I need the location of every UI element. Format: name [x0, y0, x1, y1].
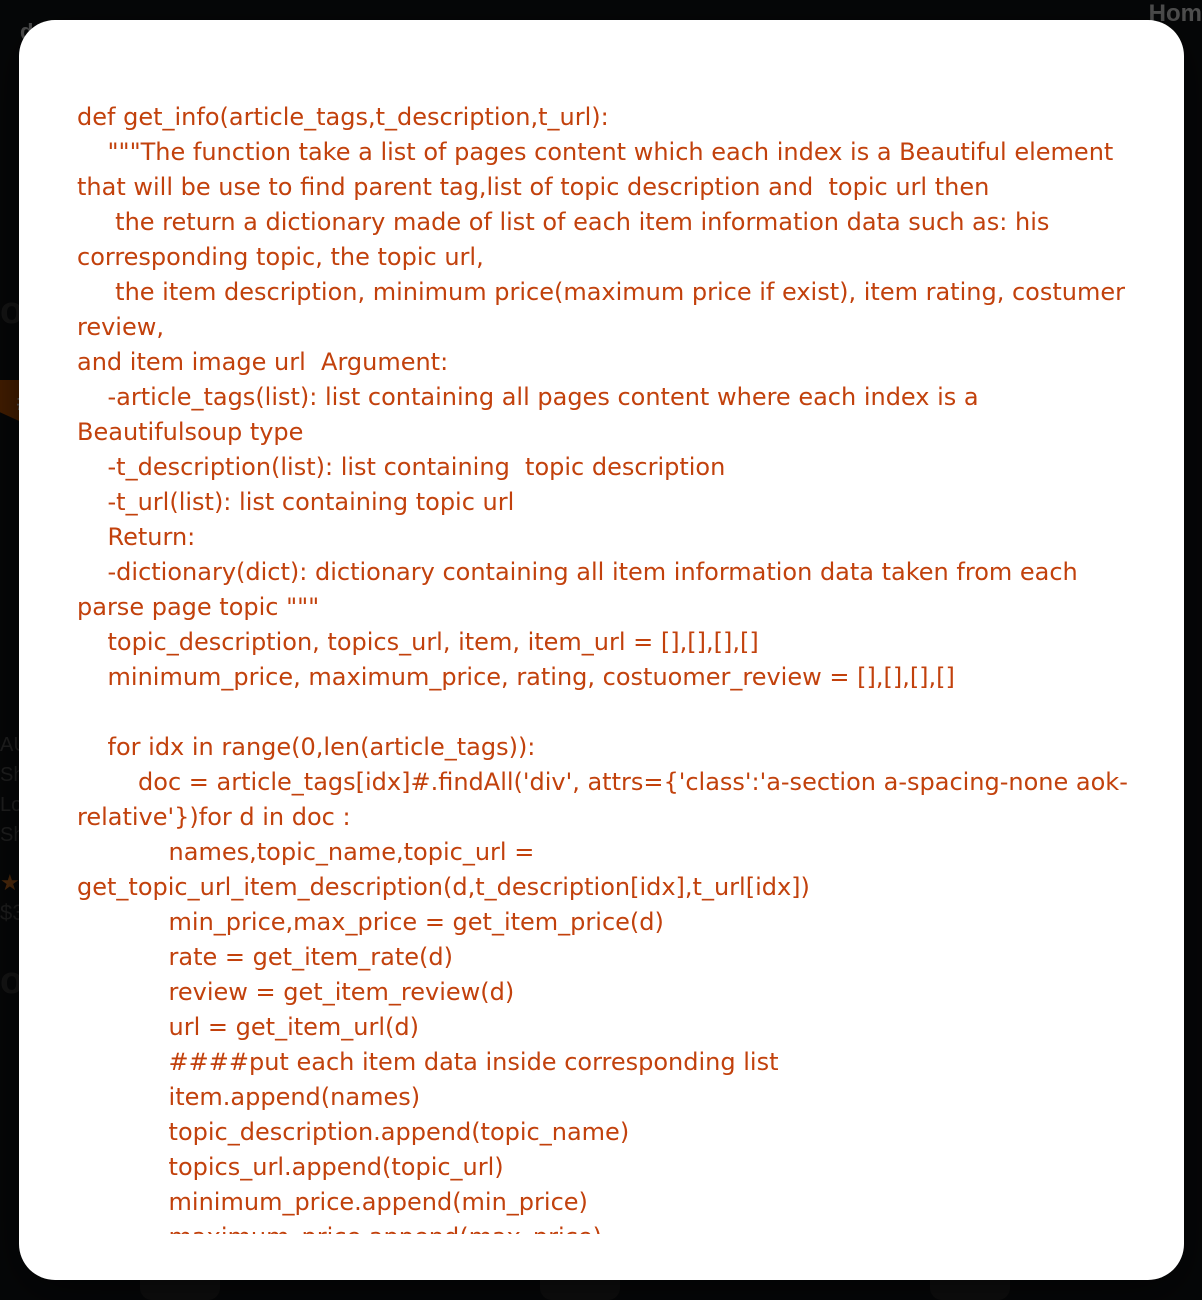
code-block: def get_info(article_tags,t_description,… [77, 100, 1146, 1234]
code-overlay-modal: def get_info(article_tags,t_description,… [19, 20, 1184, 1280]
